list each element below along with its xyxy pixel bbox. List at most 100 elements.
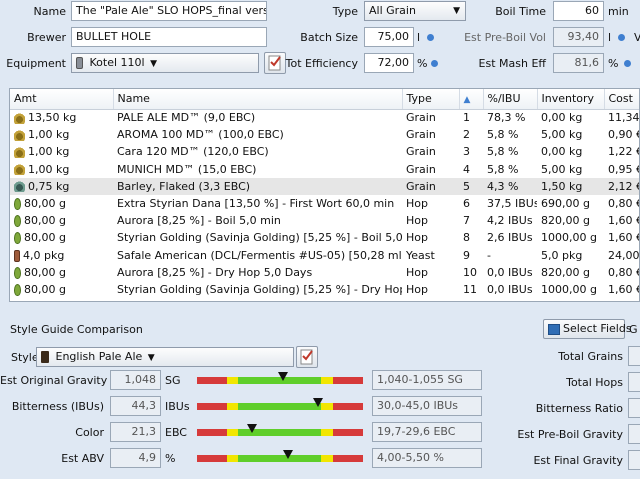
ingredients-table[interactable]: Amt Name Type ▲ %/IBU Inventory Cost 13,… <box>9 88 640 302</box>
column-header-name[interactable]: Name <box>113 89 403 110</box>
cell-order: 8 <box>459 229 483 246</box>
cell-cost-text: 11,34 € <box>608 111 640 125</box>
boil-time-field[interactable]: 60 <box>553 1 604 21</box>
table-row[interactable]: 80,00 g Aurora [8,25 %] - Boil 5,0 min Hop… <box>10 212 639 229</box>
table-row[interactable]: 0,75 kg Barley, Flaked (3,3 EBC) Grain 5 4,3… <box>10 177 639 195</box>
est-preboil-unit: l <box>608 31 612 44</box>
cell-amount: 1,00 kg <box>10 126 113 143</box>
column-header-type[interactable]: Type <box>402 89 460 110</box>
cell-type-text: Hop <box>406 214 428 228</box>
cell-amount-text: 1,00 kg <box>28 145 70 159</box>
cell-inventory: 820,00 g <box>537 212 604 229</box>
cell-type: Hop <box>402 195 459 212</box>
style-label: Style <box>11 351 39 364</box>
info-dot-icon[interactable] <box>431 60 438 67</box>
style-guide-title: Style Guide Comparison <box>10 323 143 336</box>
batch-size-field[interactable]: 75,00 <box>364 27 414 47</box>
chevron-down-icon: ▼ <box>150 59 158 69</box>
cell-order: 7 <box>459 212 483 229</box>
cell-inventory: 820,00 g <box>537 264 604 281</box>
cell-order-text: 4 <box>463 162 470 176</box>
column-header-amt[interactable]: Amt <box>10 89 114 110</box>
equipment-select[interactable]: Kotel 110l ▼ <box>71 53 259 73</box>
column-header-order[interactable]: ▲ <box>459 89 484 110</box>
cell-name: Aurora [8,25 %] - Dry Hop 5,0 Days <box>113 264 402 281</box>
table-row[interactable]: 80,00 g Styrian Golding (Savinja Golding)… <box>10 229 639 246</box>
cell-ibu-text: 5,8 % <box>487 162 519 176</box>
cell-order-text: 11 <box>463 282 477 296</box>
info-dot-icon[interactable] <box>427 34 434 41</box>
type-select[interactable]: All Grain ▼ <box>364 1 466 21</box>
table-row[interactable]: 80,00 g Styrian Golding (Savinja Golding)… <box>10 281 640 298</box>
cell-ibu: 37,5 IBUs <box>483 195 537 212</box>
cell-inventory-text: 0,00 kg <box>541 111 583 125</box>
cell-name: Aurora [8,25 %] - Boil 5,0 min <box>113 212 402 229</box>
cell-cost-text: 1,60 € <box>608 282 640 296</box>
cell-ibu: 4,2 IBUs <box>483 212 537 229</box>
cell-inventory-text: 0,00 kg <box>541 145 583 159</box>
cell-inventory: 1000,00 g <box>537 281 604 298</box>
summary-field <box>628 450 640 470</box>
style-range-text: 1,040-1,055 SG <box>372 370 482 390</box>
cell-cost-text: 0,90 € <box>608 128 640 142</box>
cell-amount-text: 1,00 kg <box>28 162 70 176</box>
cell-name: MUNICH MD™ (15,0 EBC) <box>113 161 402 178</box>
table-row[interactable]: 1,00 kg AROMA 100 MD™ (100,0 EBC) Grain 2 5,… <box>10 126 640 143</box>
yeast-icon <box>14 249 20 262</box>
cell-amount-text: 4,0 pkg <box>23 248 65 262</box>
cell-name-text: Aurora [8,25 %] - Dry Hop 5,0 Days <box>117 265 313 279</box>
checklist-edit-icon <box>300 349 313 365</box>
cell-ibu-text: 0,0 IBUs <box>487 282 533 296</box>
column-header-ibu[interactable]: %/IBU <box>483 89 538 110</box>
cell-inventory: 690,00 g <box>537 195 604 212</box>
cell-amount: 0,75 kg <box>10 177 113 195</box>
est-preboil-label: Est Pre-Boil Vol <box>464 31 546 44</box>
table-row[interactable]: 4,0 pkg Safale American (DCL/Fermentis #U… <box>10 247 639 264</box>
cell-type-text: Grain <box>406 145 436 159</box>
style-select[interactable]: English Pale Ale ▼ <box>36 347 294 367</box>
cell-inventory-text: 690,00 g <box>541 197 590 211</box>
info-dot-icon[interactable] <box>624 60 631 67</box>
recipe-name-field[interactable]: The "Pale Ale" SLO HOPS_final version <box>71 1 267 21</box>
cell-order: 2 <box>459 126 483 143</box>
cell-inventory-text: 5,00 kg <box>541 162 583 176</box>
style-range-text: 19,7-29,6 EBC <box>372 422 482 442</box>
cell-inventory-text: 1,50 kg <box>541 179 583 193</box>
style-range-marker <box>278 372 289 381</box>
cell-inventory: 5,00 kg <box>537 161 604 178</box>
cell-type-text: Hop <box>406 282 428 296</box>
style-row-unit: % <box>165 452 176 465</box>
summary-field <box>628 372 640 392</box>
boil-time-unit: min <box>608 5 629 18</box>
cell-name: Styrian Golding (Savinja Golding) [5,25 … <box>113 281 402 298</box>
table-row[interactable]: 1,00 kg MUNICH MD™ (15,0 EBC) Grain 4 5,8 % 5… <box>10 161 639 178</box>
cell-name-text: Barley, Flaked (3,3 EBC) <box>117 179 251 193</box>
table-row[interactable]: 13,50 kg PALE ALE MD™ (9,0 EBC) Grain 1 78,3… <box>10 109 640 126</box>
info-dot-icon[interactable] <box>618 34 625 41</box>
cell-type: Hop <box>402 281 459 298</box>
tot-eff-label: Tot Efficiency <box>285 57 358 70</box>
select-fields-button[interactable]: Select Fields <box>543 319 632 339</box>
summary-label: Bitterness Ratio <box>535 402 623 415</box>
style-row-unit: SG <box>165 374 181 387</box>
cell-cost: 0,80 € <box>604 264 639 281</box>
cell-ibu: 5,8 % <box>483 161 537 178</box>
cell-amount: 80,00 g <box>10 212 113 229</box>
style-edit-button[interactable] <box>296 346 318 368</box>
cell-ibu: 78,3 % <box>483 109 537 126</box>
table-row[interactable]: 80,00 g Aurora [8,25 %] - Dry Hop 5,0 Day… <box>10 264 639 281</box>
cell-inventory-text: 5,0 pkg <box>541 248 583 262</box>
cell-amount: 80,00 g <box>10 264 113 281</box>
column-header-cost[interactable]: Cost <box>604 89 639 110</box>
table-row[interactable]: 1,00 kg Cara 120 MD™ (120,0 EBC) Grain 3 5,8… <box>10 143 639 160</box>
cell-inventory: 5,00 kg <box>537 126 604 143</box>
cell-type: Hop <box>402 229 459 246</box>
cell-amount: 1,00 kg <box>10 161 113 178</box>
brewer-field[interactable]: BULLET HOLE <box>71 27 267 47</box>
cell-amount: 13,50 kg <box>10 109 113 126</box>
hop-icon <box>14 283 21 296</box>
cell-name: Safale American (DCL/Fermentis #US-05) [… <box>113 247 402 264</box>
column-header-inventory[interactable]: Inventory <box>537 89 605 110</box>
tot-eff-field[interactable]: 72,00 <box>364 53 414 73</box>
table-row[interactable]: 80,00 g Extra Styrian Dana [13,50 %] - Fi… <box>10 195 639 212</box>
